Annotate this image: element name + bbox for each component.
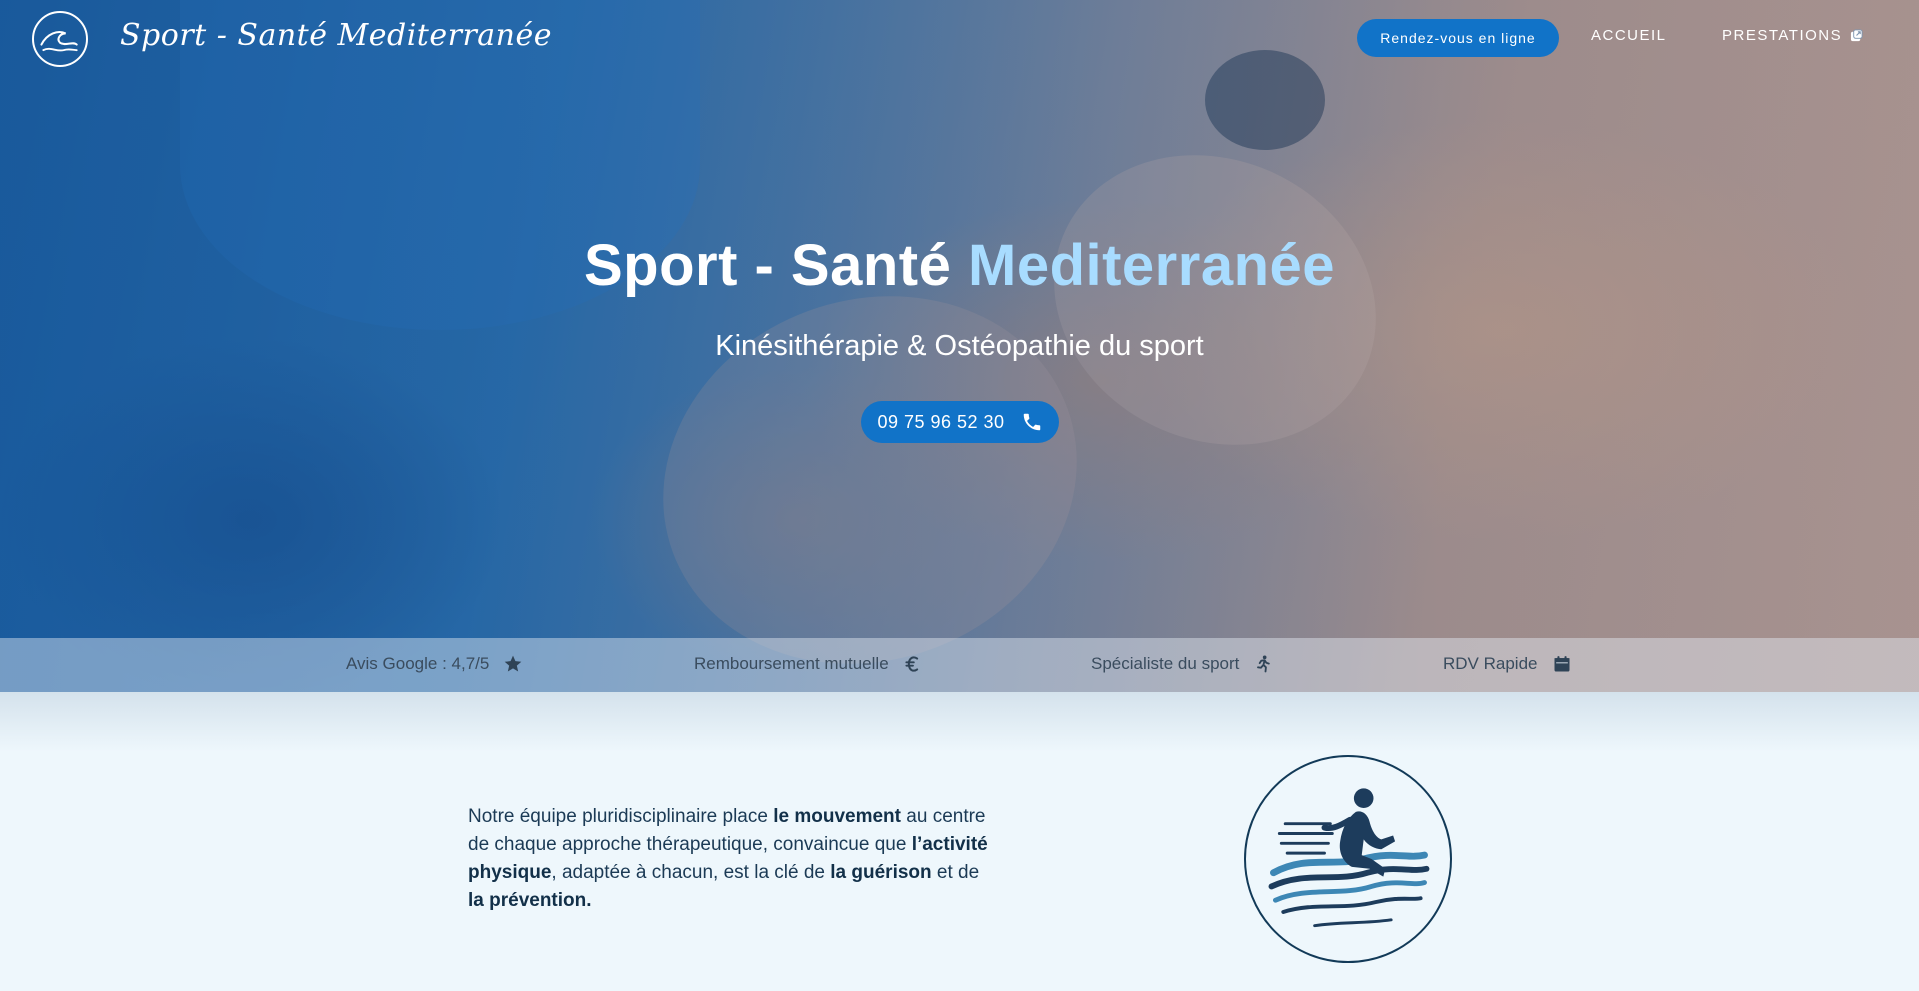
runner-wave-logo-icon — [1244, 755, 1452, 963]
wave-logo-icon[interactable] — [32, 11, 88, 67]
online-appointment-button[interactable]: Rendez-vous en ligne — [1357, 19, 1559, 57]
hero-title-accent: Mediterranée — [968, 233, 1336, 298]
nav-link-accueil[interactable]: ACCUEIL — [1591, 27, 1667, 44]
intro-paragraph: Notre équipe pluridisciplinaire place le… — [468, 803, 988, 915]
star-icon — [505, 655, 522, 672]
intro-text: , adaptée à chacun, est la clé de — [551, 862, 831, 883]
feature-label: Remboursement mutuelle — [694, 654, 889, 673]
hero-title: Sport - Santé Mediterranée — [0, 232, 1919, 299]
euro-icon — [905, 656, 918, 672]
intro-text: et de — [931, 862, 980, 883]
feature-label: RDV Rapide — [1443, 654, 1538, 673]
top-navigation: Sport - Santé Mediterranée Rendez-vous e… — [0, 0, 1919, 78]
feature-label: Avis Google : 4,7/5 — [346, 654, 490, 673]
hero-section: Sport - Santé Mediterranée Rendez-vous e… — [0, 0, 1919, 692]
intro-highlight: la prévention. — [468, 890, 592, 911]
features-bar: Avis Google : 4,7/5 Remboursement mutuel… — [0, 638, 1919, 692]
section-shadow — [0, 692, 1919, 752]
hero-title-main: Sport - Santé — [583, 233, 952, 298]
phone-call-button[interactable]: 09 75 96 52 30 — [861, 401, 1059, 443]
feature-label: Spécialiste du sport — [1091, 654, 1240, 673]
calendar-icon — [1554, 656, 1569, 672]
intro-highlight: le mouvement — [773, 806, 901, 827]
brand-name[interactable]: Sport - Santé Mediterranée — [120, 18, 552, 53]
feature-google-reviews: Avis Google : 4,7/5 — [346, 654, 523, 674]
feature-sport-specialist: Spécialiste du sport — [1091, 654, 1273, 674]
phone-number: 09 75 96 52 30 — [877, 411, 1005, 432]
nav-link-prestations-label: PRESTATIONS — [1722, 27, 1843, 44]
feature-mutuelle: Remboursement mutuelle — [694, 654, 923, 674]
intro-highlight: la guérison — [830, 862, 932, 883]
intro-text: Notre équipe pluridisciplinaire place — [468, 806, 774, 827]
external-link-icon — [1851, 29, 1863, 42]
feature-fast-appointment: RDV Rapide — [1443, 654, 1572, 674]
hero-subtitle: Kinésithérapie & Ostéopathie du sport — [715, 330, 1204, 362]
nav-link-prestations[interactable]: PRESTATIONS — [1722, 27, 1863, 44]
phone-icon — [1023, 413, 1040, 431]
running-icon — [1257, 655, 1271, 673]
